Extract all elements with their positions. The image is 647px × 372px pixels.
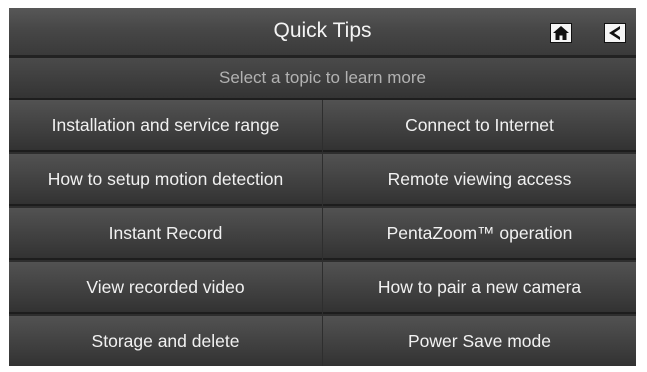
topic-power-save-button[interactable]: Power Save mode (323, 316, 636, 366)
topic-remote-viewing-button[interactable]: Remote viewing access (323, 154, 636, 206)
topic-connect-internet-button[interactable]: Connect to Internet (323, 100, 636, 152)
topic-label: Storage and delete (91, 331, 240, 351)
topics-grid: Installation and service range Connect t… (9, 100, 636, 366)
topic-label: Remote viewing access (387, 169, 572, 189)
topic-label: Installation and service range (51, 115, 280, 135)
topic-label: Instant Record (108, 223, 223, 243)
topic-label: Power Save mode (408, 331, 551, 351)
header-bar: Quick Tips (9, 8, 636, 58)
topic-installation-button[interactable]: Installation and service range (9, 100, 322, 152)
back-arrow-icon (609, 26, 620, 40)
topic-label: PentaZoom™ operation (386, 223, 573, 243)
topic-instant-record-button[interactable]: Instant Record (9, 208, 322, 260)
home-button[interactable] (550, 23, 572, 43)
topic-view-recorded-button[interactable]: View recorded video (9, 262, 322, 314)
back-button[interactable] (604, 23, 626, 43)
topic-motion-detection-button[interactable]: How to setup motion detection (9, 154, 322, 206)
topic-storage-delete-button[interactable]: Storage and delete (9, 316, 322, 366)
topic-pentazoom-button[interactable]: PentaZoom™ operation (323, 208, 636, 260)
subheader-text: Select a topic to learn more (219, 68, 426, 87)
home-icon (553, 26, 569, 40)
topic-label: How to pair a new camera (377, 277, 582, 297)
topic-label: How to setup motion detection (47, 169, 284, 189)
topic-label: Connect to Internet (405, 115, 554, 135)
topic-pair-camera-button[interactable]: How to pair a new camera (323, 262, 636, 314)
quick-tips-screen: Quick Tips Select a topic to learn more … (9, 8, 636, 366)
topic-label: View recorded video (86, 277, 245, 297)
subheader-bar: Select a topic to learn more (9, 58, 636, 100)
page-title: Quick Tips (273, 19, 372, 42)
